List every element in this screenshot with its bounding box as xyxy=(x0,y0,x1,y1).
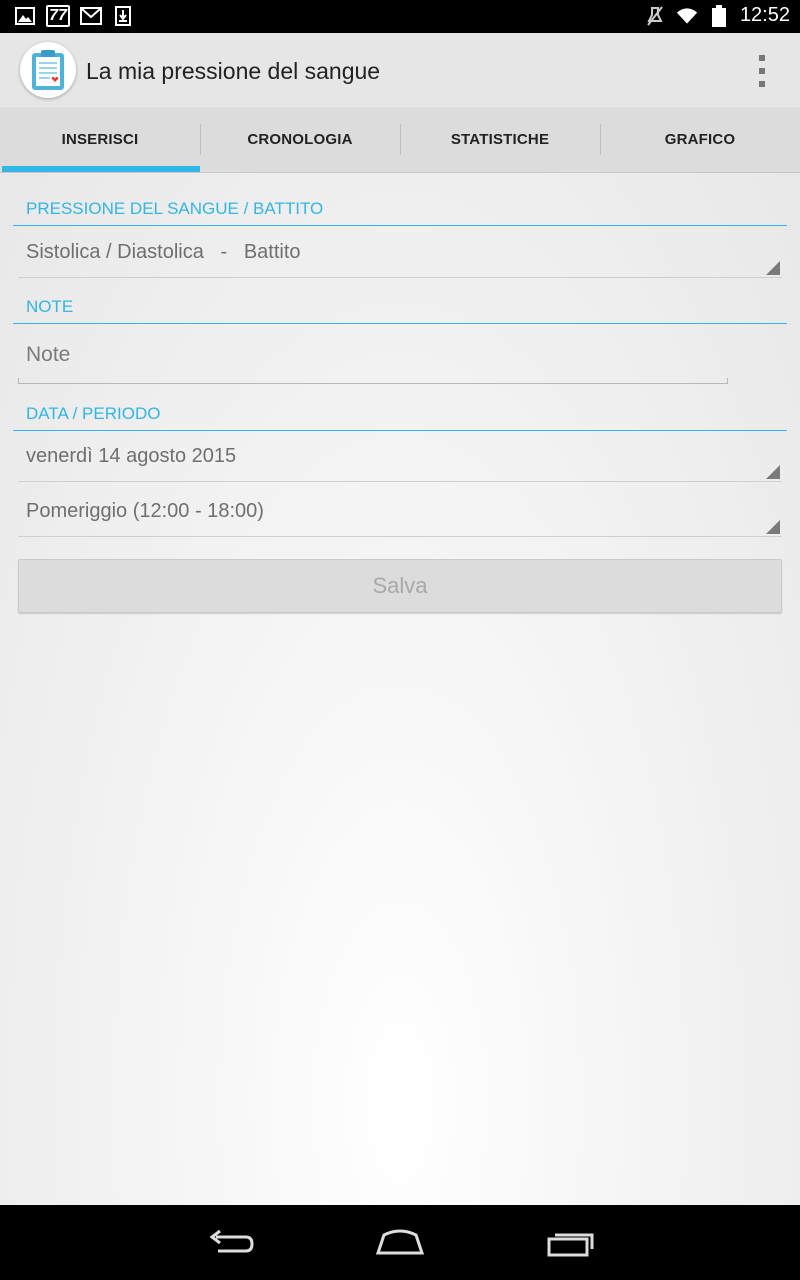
section-header-note: NOTE xyxy=(13,288,787,324)
spinner-arrow-icon xyxy=(766,465,780,479)
spinner-arrow-icon xyxy=(766,520,780,534)
back-icon[interactable] xyxy=(200,1225,260,1261)
notification-icons: 77 xyxy=(14,5,134,27)
section-header-date: DATA / PERIODO xyxy=(13,395,787,431)
calendar-77-icon: 77 xyxy=(46,5,70,27)
save-button[interactable]: Salva xyxy=(18,559,782,613)
overflow-menu-icon[interactable] xyxy=(754,55,770,87)
clipboard-heart-icon[interactable] xyxy=(20,42,76,98)
pressure-spinner[interactable]: Sistolica / Diastolica - Battito xyxy=(18,229,782,278)
battery-icon xyxy=(708,4,730,27)
wifi-icon xyxy=(676,5,698,27)
period-spinner[interactable]: Pomeriggio (12:00 - 18:00) xyxy=(18,488,782,537)
spinner-arrow-icon xyxy=(766,261,780,275)
home-icon[interactable] xyxy=(370,1225,430,1261)
system-icons: 12:52 xyxy=(644,4,790,27)
tab-inserisci[interactable]: INSERISCI xyxy=(0,107,200,172)
mute-icon xyxy=(644,5,666,27)
clock: 12:52 xyxy=(739,4,790,26)
status-bar: 77 12:52 xyxy=(0,0,800,33)
tab-statistiche[interactable]: STATISTICHE xyxy=(400,107,600,172)
date-spinner[interactable]: venerdì 14 agosto 2015 xyxy=(18,433,782,482)
note-field[interactable] xyxy=(18,331,728,384)
image-icon xyxy=(14,5,36,27)
entry-form: PRESSIONE DEL SANGUE / BATTITO Sistolica… xyxy=(0,173,800,1205)
tab-grafico[interactable]: GRAFICO xyxy=(600,107,800,172)
app-title: La mia pressione del sangue xyxy=(86,58,381,84)
gmail-icon xyxy=(80,5,102,27)
note-input[interactable] xyxy=(18,331,728,379)
download-icon xyxy=(112,5,134,27)
action-bar: La mia pressione del sangue xyxy=(0,33,800,107)
navigation-bar xyxy=(0,1205,800,1280)
tab-bar: INSERISCI CRONOLOGIA STATISTICHE GRAFICO xyxy=(0,107,800,173)
recents-icon[interactable] xyxy=(540,1225,600,1261)
section-header-pressure: PRESSIONE DEL SANGUE / BATTITO xyxy=(13,190,787,226)
tab-cronologia[interactable]: CRONOLOGIA xyxy=(200,107,400,172)
